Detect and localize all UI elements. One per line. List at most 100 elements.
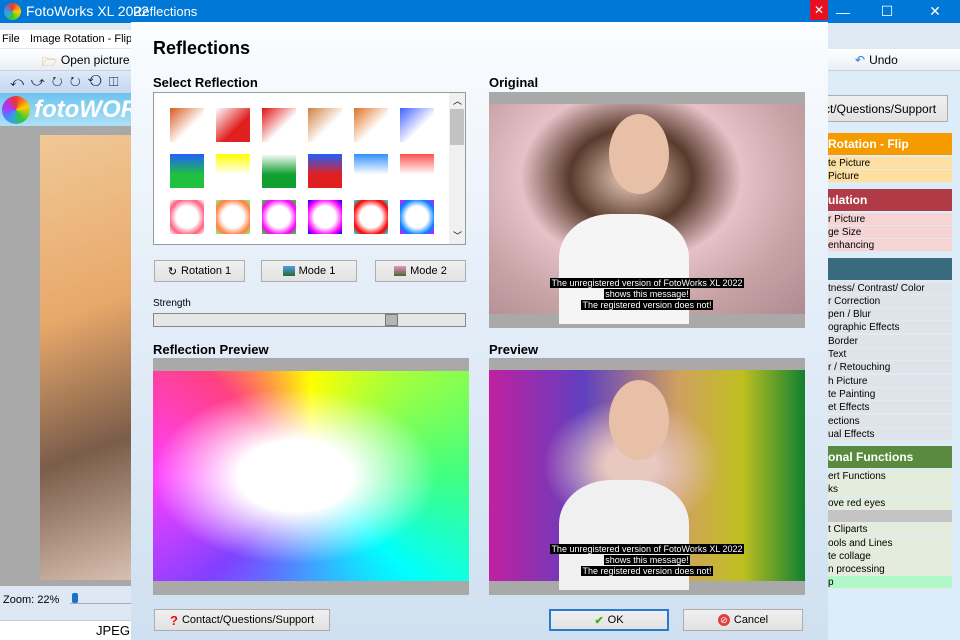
rotation-button[interactable]: ↻ Rotation 1 [154, 260, 245, 282]
dialog-close-button[interactable]: ✕ [810, 0, 828, 20]
status-format: JPEG [96, 623, 130, 638]
reflection-thumbnail[interactable] [400, 200, 434, 234]
zoom-slider[interactable] [70, 593, 131, 605]
panel-section-header[interactable]: Rotation - Flip [828, 133, 952, 155]
reflection-thumbnail[interactable] [216, 154, 250, 188]
ok-button[interactable]: ✔ OK [549, 609, 669, 631]
panel-item[interactable]: pen / Blur [828, 308, 952, 322]
original-photo: The unregistered version of FotoWorks XL… [489, 104, 805, 324]
undo-button[interactable]: ↶ Undo [855, 53, 898, 67]
preview-photo: The unregistered version of FotoWorks XL… [489, 370, 805, 590]
reflection-thumbnail[interactable] [354, 154, 388, 188]
dialog-window-title: Reflections [133, 4, 198, 19]
panel-section-header[interactable]: onal Functions [828, 446, 952, 469]
strength-label: Strength [153, 298, 191, 309]
watermark: The unregistered version of FotoWorks XL… [550, 278, 744, 310]
panel-item[interactable]: p [828, 576, 952, 589]
minimize-button[interactable]: — [836, 4, 850, 20]
reflection-thumbnail[interactable] [170, 108, 204, 142]
preview-image-box: The unregistered version of FotoWorks XL… [489, 358, 805, 595]
fotoworks-banner: fotoWOR [0, 93, 138, 126]
rotate-icon: ↻ [167, 265, 178, 278]
main-photo [40, 135, 131, 580]
cancel-button[interactable]: ⊘ Cancel [683, 609, 803, 631]
scroll-down-icon[interactable]: ﹀ [453, 229, 462, 242]
panel-item[interactable]: ge Size [828, 225, 952, 239]
reflection-thumbnail[interactable] [262, 154, 296, 188]
menu-image-rotation[interactable]: Image Rotation - Flip [30, 33, 132, 45]
panel-item[interactable]: et Effects [828, 401, 952, 415]
original-heading: Original [489, 75, 539, 90]
question-icon: ? [169, 612, 178, 628]
reflection-thumbnail[interactable] [262, 108, 296, 142]
cancel-icon: ⊘ [717, 614, 730, 626]
panel-item[interactable]: ks [828, 483, 952, 497]
panel-item[interactable]: tness/ Contrast/ Color [828, 281, 952, 295]
panel-item[interactable]: Picture [828, 170, 952, 184]
reflection-thumbnail[interactable] [354, 200, 388, 234]
panel-section-header[interactable] [828, 257, 952, 280]
reflection-thumbnail[interactable] [400, 154, 434, 188]
reflection-thumbnail[interactable] [308, 200, 342, 234]
support-button-label: ct/Questions/Support [823, 101, 937, 116]
scroll-thumb[interactable] [450, 109, 464, 145]
balloon-logo-icon [2, 96, 30, 124]
panel-item[interactable]: Text [828, 348, 952, 361]
panel-item[interactable]: r Correction [828, 294, 952, 308]
menu-file[interactable]: File [2, 33, 20, 45]
support-button-bg[interactable]: ct/Questions/Support [812, 95, 948, 122]
panel-item[interactable]: ual Effects [828, 427, 952, 441]
picture-icon [282, 266, 295, 276]
reflection-preview-image [153, 371, 469, 581]
panel-item[interactable]: te Picture [828, 157, 952, 170]
panel-item[interactable]: n processing [828, 563, 952, 577]
contact-support-button[interactable]: ? Contact/Questions/Support [154, 609, 330, 631]
reflection-preview-heading: Reflection Preview [153, 342, 269, 357]
preview-watermark: The unregistered version of FotoWorks XL… [550, 544, 744, 576]
reflection-preview-box [153, 358, 469, 595]
reflection-thumbnail[interactable] [400, 108, 434, 142]
reflection-thumbnail[interactable] [308, 154, 342, 188]
reflection-thumbnail[interactable] [216, 108, 250, 142]
strength-slider-thumb[interactable] [385, 314, 398, 326]
mode1-button[interactable]: Mode 1 [261, 260, 357, 282]
close-button[interactable]: ✕ [912, 0, 958, 23]
panel-item[interactable]: ove red eyes [828, 496, 952, 510]
dialog-heading: Reflections [153, 38, 251, 58]
reflection-grid [153, 92, 466, 245]
panel-item[interactable]: ert Functions [828, 470, 952, 484]
panel-item[interactable]: h Picture [828, 374, 952, 388]
rotation-icon-row: ⤺⤻↻↻⟲◫ [0, 71, 131, 93]
preview-heading: Preview [489, 342, 539, 357]
maximize-button[interactable]: ☐ [864, 0, 910, 23]
panel-item[interactable]: ools and Lines [828, 536, 952, 550]
reflection-thumbnail[interactable] [354, 108, 388, 142]
original-image-box: The unregistered version of FotoWorks XL… [489, 92, 805, 328]
strength-slider[interactable] [153, 313, 466, 327]
panel-item[interactable]: Border [828, 334, 952, 348]
panel-item[interactable]: r Picture [828, 212, 952, 226]
panel-item[interactable] [828, 510, 952, 523]
panel-item[interactable]: ections [828, 414, 952, 428]
panel-item[interactable]: te collage [828, 549, 952, 563]
picture-pink-icon [394, 266, 407, 276]
rotate-tool-icons[interactable]: ⤺⤻↻↻⟲◫ [10, 74, 126, 90]
app-logo-icon [4, 3, 21, 20]
mode2-button[interactable]: Mode 2 [375, 260, 466, 282]
panel-section-header[interactable]: ulation [828, 188, 952, 211]
panel-item[interactable]: ographic Effects [828, 321, 952, 335]
app-title: FotoWorks XL 2022 [26, 3, 149, 19]
scroll-up-icon[interactable]: ︿ [453, 94, 462, 107]
reflection-thumbnail[interactable] [308, 108, 342, 142]
reflection-thumbnail[interactable] [170, 200, 204, 234]
panel-item[interactable]: enhancing [828, 239, 952, 253]
panel-item[interactable]: te Painting [828, 387, 952, 401]
logo-text: fotoWOR [34, 96, 138, 123]
panel-item[interactable]: r / Retouching [828, 361, 952, 375]
reflection-thumbnail[interactable] [216, 200, 250, 234]
reflection-thumbnail[interactable] [262, 200, 296, 234]
undo-icon: ↶ [855, 53, 866, 67]
reflection-thumbnail[interactable] [170, 154, 204, 188]
panel-item[interactable]: t Cliparts [828, 523, 952, 537]
grid-scrollbar[interactable]: ︿ ﹀ [449, 93, 465, 244]
